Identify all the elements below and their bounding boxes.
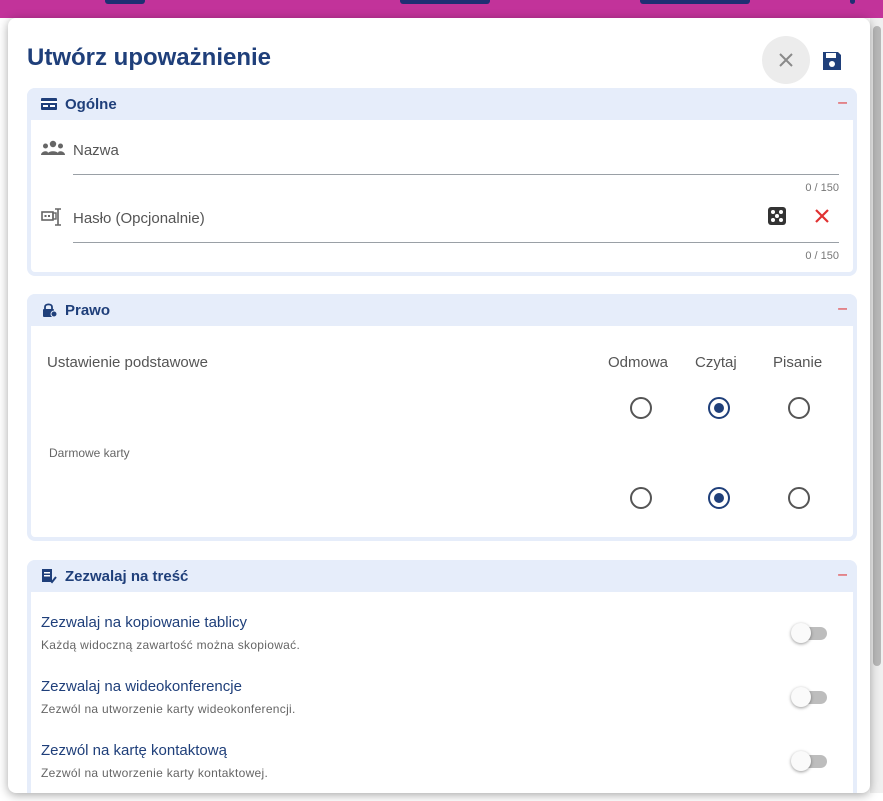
name-field-label: Nazwa <box>73 142 119 159</box>
free-cards-read-radio[interactable] <box>708 487 730 509</box>
scrollbar-thumb[interactable] <box>873 26 881 666</box>
basic-setting-write-radio[interactable] <box>788 397 810 419</box>
free-cards-write-radio[interactable] <box>788 487 810 509</box>
rights-section: Prawo – Odmowa Czytaj Pisanie Ustawienie… <box>27 294 857 541</box>
name-char-counter: 0 / 150 <box>805 182 839 194</box>
allow-contact-card-desc: Zezwól na utworzenie karty kontaktowej. <box>41 766 269 780</box>
password-field-underline <box>73 242 839 243</box>
save-icon <box>823 52 841 70</box>
column-write: Pisanie <box>773 354 823 371</box>
allow-videoconference-title: Zezwalaj na wideokonferencje <box>41 678 242 695</box>
general-section-header[interactable]: Ogólne – <box>27 88 857 120</box>
close-icon <box>779 53 793 67</box>
toggle-knob <box>791 751 811 771</box>
content-section: Zezwalaj na treść – Zezwalaj na kopiowan… <box>27 560 857 793</box>
general-section: Ogólne – Nazwa 0 / 150 Hasło (Opcjonalni… <box>27 88 857 276</box>
content-section-header[interactable]: Zezwalaj na treść – <box>27 560 857 592</box>
password-char-counter: 0 / 150 <box>805 250 839 262</box>
name-field[interactable]: Nazwa 0 / 150 <box>41 130 839 194</box>
free-cards-deny-radio[interactable] <box>630 487 652 509</box>
dialog-title: Utwórz upoważnienie <box>27 44 272 71</box>
allow-contact-card-toggle[interactable] <box>791 750 829 772</box>
allow-copy-board-toggle[interactable] <box>791 622 829 644</box>
generate-password-dice-icon[interactable] <box>767 206 787 226</box>
lock-person-icon <box>41 302 57 318</box>
column-read: Czytaj <box>695 354 737 371</box>
collapse-content-button[interactable]: – <box>838 566 847 584</box>
column-deny: Odmowa <box>608 354 669 371</box>
clear-password-icon[interactable] <box>813 207 831 225</box>
allow-videoconference-toggle[interactable] <box>791 686 829 708</box>
password-field-label: Hasło (Opcjonalnie) <box>73 210 205 227</box>
password-field[interactable]: Hasło (Opcjonalnie) 0 / 150 <box>41 198 839 262</box>
free-cards-label: Darmowe karty <box>49 446 130 460</box>
collapse-general-button[interactable]: – <box>838 94 847 112</box>
collapse-rights-button[interactable]: – <box>838 300 847 318</box>
rights-section-title: Prawo <box>65 301 111 319</box>
allow-copy-board-title: Zezwalaj na kopiowanie tablicy <box>41 614 247 631</box>
rights-section-header[interactable]: Prawo – <box>27 294 857 326</box>
background-title-text <box>80 0 883 4</box>
allow-copy-board-desc: Każdą widoczną zawartość można skopiować… <box>41 638 301 652</box>
basic-setting-label: Ustawienie podstawowe <box>47 354 208 371</box>
create-authorization-dialog: Utwórz upoważnienie Ogólne – Nazwa 0 / 1… <box>8 18 870 793</box>
allow-contact-card-title: Zezwól na kartę kontaktową <box>41 742 227 759</box>
toggle-knob <box>791 687 811 707</box>
name-field-underline <box>73 174 839 175</box>
toggle-knob <box>791 623 811 643</box>
group-icon <box>41 140 65 160</box>
allow-videoconference-desc: Zezwól na utworzenie karty wideokonferen… <box>41 702 296 716</box>
password-icon <box>41 208 65 228</box>
basic-setting-deny-radio[interactable] <box>630 397 652 419</box>
content-permission-icon <box>41 568 57 584</box>
basic-setting-read-radio[interactable] <box>708 397 730 419</box>
content-section-title: Zezwalaj na treść <box>65 567 189 585</box>
card-icon <box>41 96 57 112</box>
background-top-bar <box>0 0 883 18</box>
general-section-title: Ogólne <box>65 95 117 113</box>
save-button[interactable] <box>821 50 843 72</box>
close-button[interactable] <box>762 36 810 84</box>
